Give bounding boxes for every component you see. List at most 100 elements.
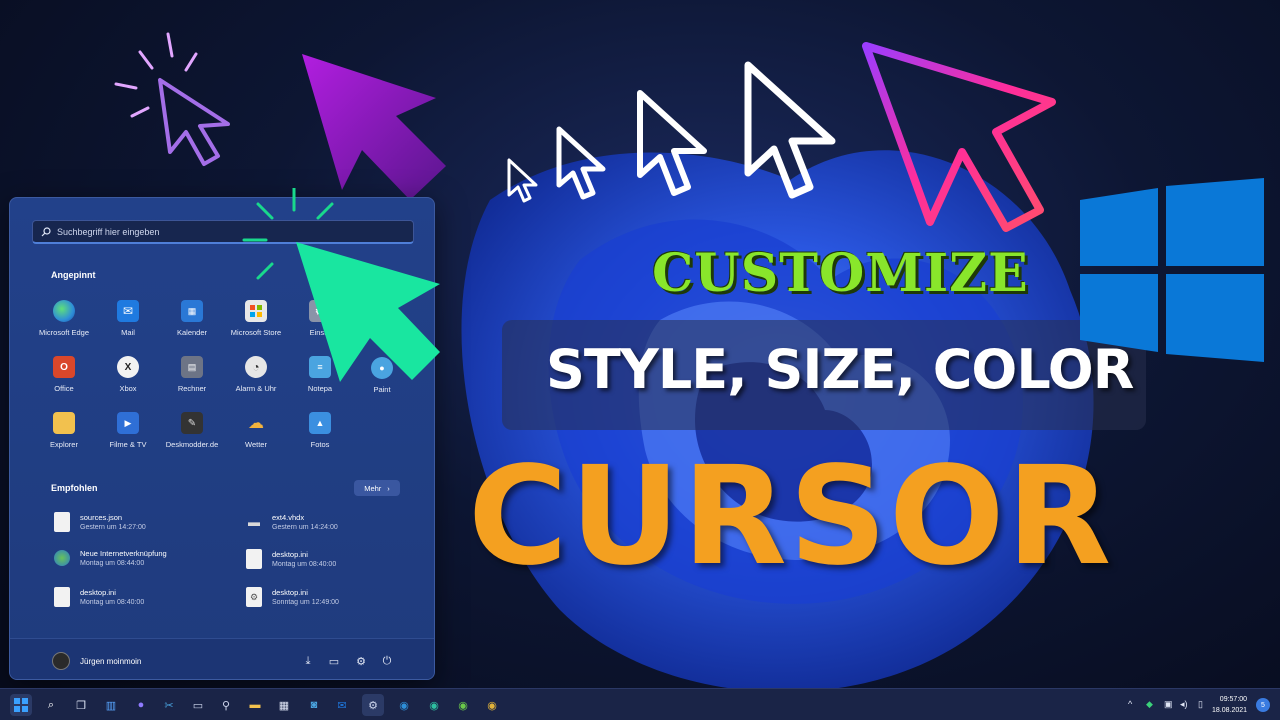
battery-icon[interactable]: ▯ (1198, 699, 1203, 710)
item-time: Gestern um 14:27:00 (80, 524, 146, 531)
mail-icon: ✉ (117, 300, 139, 322)
app-label: Xbox (119, 384, 137, 393)
item-time: Montag um 08:44:00 (80, 560, 145, 567)
cursor-sketch-purple-icon (114, 32, 230, 166)
file-icon (246, 549, 262, 569)
notification-badge[interactable]: 5 (1256, 698, 1270, 712)
chevron-up-icon[interactable]: ^ (1128, 699, 1132, 709)
user-name: Jürgen moinmoin (80, 656, 142, 666)
chevron-right-icon: › (387, 483, 390, 493)
cursor-size-1-icon (507, 158, 538, 203)
item-time: Sonntag um 12:49:00 (272, 599, 339, 606)
app-label: Wetter (245, 440, 267, 449)
app-label: Filme & TV (109, 440, 147, 449)
pinned-app-office[interactable]: O Office (32, 352, 96, 408)
widgets-icon[interactable]: ▥ (100, 694, 122, 716)
photos-icon: ▲ (309, 412, 331, 434)
settings-taskbar-icon[interactable]: ⚙ (362, 694, 384, 716)
downloads-icon[interactable]: ⤓ (298, 651, 318, 671)
item-time: Montag um 08:40:00 (80, 599, 145, 606)
headline-style-size-color: STYLE, SIZE, COLOR (546, 338, 1134, 401)
recommended-item[interactable]: desktop.ini Montag um 08:40:00 (246, 549, 336, 569)
item-time: Gestern um 14:24:00 (272, 524, 338, 531)
edge-taskbar-icon[interactable]: ◉ (393, 694, 415, 716)
edge-canary-icon[interactable]: ◉ (481, 694, 503, 716)
pinned-app-calendar[interactable]: ▦ Kalender (160, 296, 224, 352)
recommended-title: Empfohlen (51, 483, 98, 493)
pinned-app-films[interactable]: ▶ Filme & TV (96, 408, 160, 464)
pinned-app-deskmodder[interactable]: ✎ Deskmodder.de (160, 408, 224, 464)
app-label: Rechner (177, 384, 207, 393)
store-taskbar-icon[interactable]: ▦ (273, 694, 295, 716)
pinned-app-weather[interactable]: ☁ Wetter (224, 408, 288, 464)
pinned-app-explorer[interactable]: Explorer (32, 408, 96, 464)
chat-icon[interactable]: ● (130, 694, 152, 716)
network-icon[interactable]: ▣ (1164, 699, 1173, 710)
pinned-app-edge[interactable]: Microsoft Edge (32, 296, 96, 352)
settings-file-icon: ⚙ (246, 587, 262, 607)
weather-icon: ☁ (248, 415, 264, 432)
taskbar: ⌕ ❐ ▥ ● ✂ ▭ ⚲ ▬ ▦ ◙ ✉ ⚙ ◉ ◉ ◉ ◉ ^ ◆ ▣ ◂)… (0, 688, 1280, 720)
xbox-icon: X (117, 356, 139, 378)
cursor-size-4-icon (744, 61, 836, 199)
file-icon (54, 512, 70, 532)
task-view-icon[interactable]: ❐ (70, 694, 92, 716)
recommended-item[interactable]: ⚙ desktop.ini Sonntag um 12:49:00 (246, 587, 339, 607)
cursor-size-2-icon (556, 126, 606, 200)
mail-taskbar-icon[interactable]: ✉ (331, 694, 353, 716)
pinned-app-xbox[interactable]: X Xbox (96, 352, 160, 408)
snipping-icon[interactable]: ✂ (158, 694, 180, 716)
folder-icon (53, 412, 75, 434)
outlook-icon[interactable]: ◙ (303, 694, 325, 716)
magnifier-icon[interactable]: ⚲ (215, 694, 237, 716)
folder-icon[interactable]: ▭ (324, 651, 344, 671)
film-icon: ▶ (117, 412, 139, 434)
item-name: Neue Internetverknüpfung (80, 549, 167, 558)
power-icon[interactable]: ⏻ (377, 651, 397, 671)
taskbar-search-icon[interactable]: ⌕ (40, 694, 62, 716)
item-name: desktop.ini (80, 588, 116, 597)
edge-beta-icon[interactable]: ◉ (423, 694, 445, 716)
calendar-icon: ▦ (181, 300, 203, 322)
gear-icon[interactable]: ⚙ (351, 651, 371, 671)
globe-icon (54, 550, 70, 566)
clock-date: 18.08.2021 (1212, 707, 1248, 714)
app-label: Office (54, 384, 74, 393)
start-button[interactable] (10, 694, 32, 716)
defender-icon[interactable]: ◆ (1146, 699, 1153, 710)
recommended-item[interactable]: Neue Internetverknüpfung Montag um 08:44:… (54, 549, 167, 567)
item-time: Montag um 08:40:00 (272, 561, 337, 568)
headline-customize: CUSTOMIZE (652, 243, 1029, 304)
brush-icon: ✎ (181, 412, 203, 434)
app-label: Explorer (50, 440, 78, 449)
pinned-app-photos[interactable]: ▲ Fotos (288, 408, 352, 464)
pinned-app-mail[interactable]: ✉ Mail (96, 296, 160, 352)
cursor-gradient-pink-icon (862, 42, 1056, 232)
pinned-app-calculator[interactable]: ▤ Rechner (160, 352, 224, 408)
volume-icon[interactable]: ◂) (1180, 699, 1188, 710)
app-label: Deskmodder.de (165, 440, 219, 449)
office-icon: O (53, 356, 75, 378)
clock[interactable]: 09:57:00 18.08.2021 (1212, 694, 1247, 716)
windows-logo-icon (1080, 178, 1264, 362)
recommended-item[interactable]: sources.json Gestern um 14:27:00 (54, 512, 146, 532)
app-label: Fotos (310, 440, 330, 449)
recommended-item[interactable]: ▬ ext4.vhdx Gestern um 14:24:00 (246, 512, 338, 532)
more-button[interactable]: Mehr › (354, 480, 400, 496)
windows-start-icon (14, 698, 28, 712)
recommended-item[interactable]: desktop.ini Montag um 08:40:00 (54, 587, 144, 607)
item-name: desktop.ini (272, 588, 308, 597)
edge-dev-icon[interactable]: ◉ (452, 694, 474, 716)
clock-time: 09:57:00 (1219, 696, 1248, 703)
cursor-green-icon (242, 188, 440, 382)
explorer-icon[interactable]: ▬ (244, 694, 266, 716)
file-icon (54, 587, 70, 607)
disk-icon: ▬ (248, 515, 260, 529)
calculator-icon: ▤ (181, 356, 203, 378)
app-label: Kalender (176, 328, 208, 337)
terminal-icon[interactable]: ▭ (187, 694, 209, 716)
edge-icon (53, 300, 75, 322)
user-account[interactable]: Jürgen moinmoin (52, 652, 141, 670)
item-name: ext4.vhdx (272, 513, 305, 522)
cursor-large-violet-icon (302, 54, 446, 200)
